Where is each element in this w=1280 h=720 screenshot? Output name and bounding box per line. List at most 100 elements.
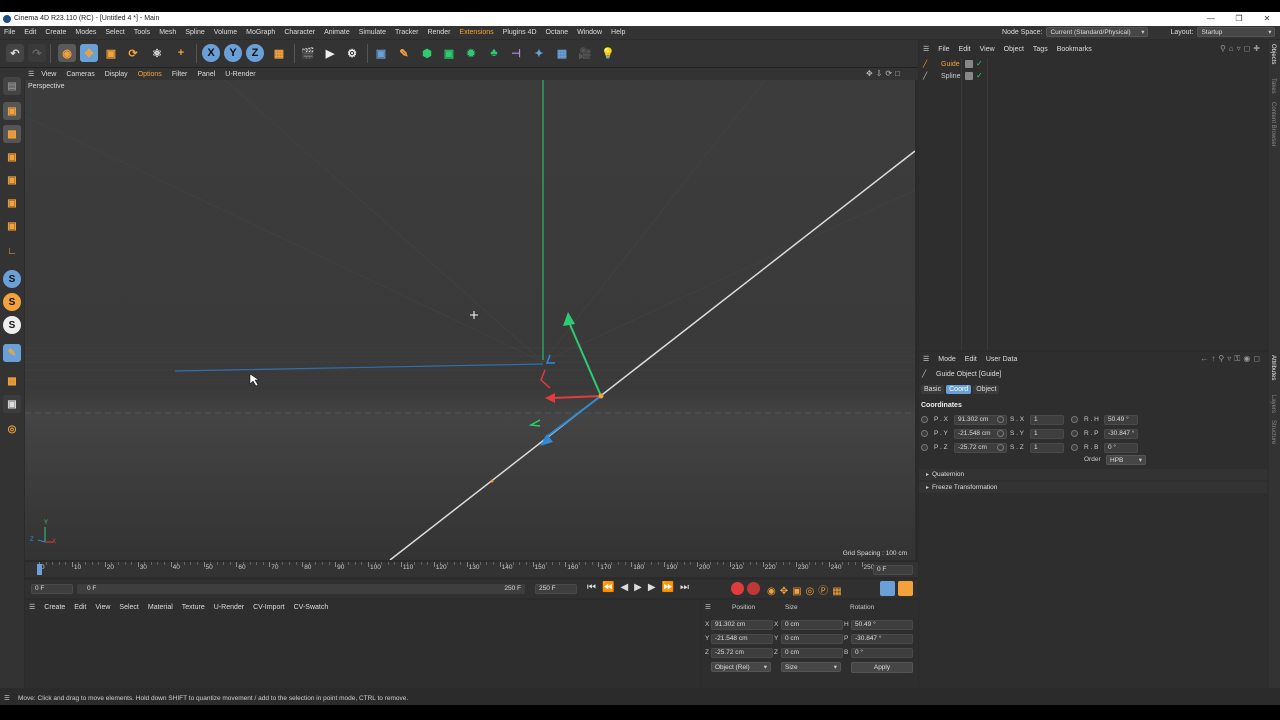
scale-tool-icon[interactable]: ▣: [102, 44, 120, 62]
preview-range-slider[interactable]: 0 F 250 F: [77, 584, 525, 594]
animate-s-radio[interactable]: [997, 430, 1004, 437]
light-icon[interactable]: 💡: [599, 44, 617, 62]
menu-extensions[interactable]: Extensions: [459, 29, 493, 36]
right-tab-structure[interactable]: Structure: [1270, 420, 1276, 444]
maximize-button[interactable]: ❐: [1224, 12, 1254, 26]
viewport-solo-icon[interactable]: ◎: [3, 420, 21, 438]
rotate-tool-icon[interactable]: ⟳: [124, 44, 142, 62]
menu-edit[interactable]: Edit: [24, 29, 36, 36]
minimize-button[interactable]: —: [1196, 12, 1226, 26]
attribute-menu-edit[interactable]: Edit: [965, 356, 977, 363]
menu-mesh[interactable]: Mesh: [159, 29, 176, 36]
make-editable-icon[interactable]: ▤: [3, 77, 21, 95]
start-frame-field[interactable]: 0 F: [31, 584, 73, 594]
menu-tracker[interactable]: Tracker: [395, 29, 418, 36]
material-menu-create[interactable]: Create: [44, 604, 65, 611]
transport-buttons[interactable]: ⏮⏪◀▶▶⏩⏭: [587, 582, 695, 593]
node-space-dropdown[interactable]: Current (Standard/Physical): [1046, 27, 1149, 37]
viewport-nav-icons[interactable]: ✥⇩⟳□: [866, 69, 903, 78]
material-menu-cv-swatch[interactable]: CV-Swatch: [294, 604, 329, 611]
r-value-field[interactable]: 50.49 °: [1104, 415, 1138, 425]
animate-p-radio[interactable]: [921, 430, 928, 437]
object-row-guide[interactable]: ╱ Guide ✓: [919, 59, 1259, 71]
attribute-nav-icons[interactable]: ←↑⚲▿⚿◉◻: [1200, 354, 1263, 364]
coord-hamburger-icon[interactable]: ☰: [705, 603, 711, 611]
tab-object[interactable]: Object: [973, 385, 1000, 394]
animate-r-radio[interactable]: [1071, 416, 1078, 423]
object-menu-tags[interactable]: Tags: [1033, 46, 1048, 53]
animate-r-radio[interactable]: [1071, 430, 1078, 437]
material-menu-edit[interactable]: Edit: [74, 604, 86, 611]
right-tab-objects[interactable]: Objects: [1270, 44, 1276, 64]
menu-file[interactable]: File: [4, 29, 15, 36]
current-frame-field[interactable]: 0 F: [873, 565, 913, 575]
apply-button[interactable]: Apply: [851, 662, 913, 673]
material-menu-u-render[interactable]: U-Render: [214, 604, 244, 611]
camera-icon[interactable]: 🎥: [576, 44, 594, 62]
viewport-menu-u-render[interactable]: U-Render: [225, 71, 255, 78]
r-value-field[interactable]: -30.847 °: [1104, 429, 1138, 439]
object-row-spline[interactable]: ╱ Spline ✓: [919, 71, 1259, 83]
attribute-menu-user-data[interactable]: User Data: [986, 356, 1018, 363]
menu-select[interactable]: Select: [105, 29, 124, 36]
polygon-mode-icon[interactable]: ▣: [3, 194, 21, 212]
workplane-icon[interactable]: ✎: [3, 344, 21, 362]
axis-mode-icon[interactable]: ∟: [3, 242, 21, 260]
menu-create[interactable]: Create: [45, 29, 66, 36]
coord-mode-dropdown[interactable]: Object (Rel): [711, 662, 771, 672]
material-menu-material[interactable]: Material: [148, 604, 173, 611]
cube-object-icon[interactable]: ▣: [372, 44, 390, 62]
menu-help[interactable]: Help: [611, 29, 625, 36]
material-menu-view[interactable]: View: [95, 604, 110, 611]
solo-mode-icon[interactable]: ▣: [3, 395, 21, 413]
viewport-menu-display[interactable]: Display: [105, 71, 128, 78]
undo-icon[interactable]: ↶: [6, 44, 24, 62]
timeline-ruler[interactable]: 0 10 20 30 40 50 60 70 80 90 100 110 120 130 140 150 160…: [25, 562, 918, 577]
transform-tool-icon[interactable]: +: [172, 44, 190, 62]
workplane-snap-icon[interactable]: S: [3, 316, 21, 334]
menu-mograph[interactable]: MoGraph: [246, 29, 275, 36]
uv-mode-icon[interactable]: ▣: [3, 217, 21, 235]
object-menu-view[interactable]: View: [980, 46, 995, 53]
edge-mode-icon[interactable]: ▣: [3, 171, 21, 189]
redo-icon[interactable]: ↷: [28, 44, 46, 62]
status-menu-icon[interactable]: ☰: [4, 692, 10, 705]
tab-coord[interactable]: Coord: [946, 385, 972, 394]
attribute-menu-mode[interactable]: Mode: [938, 356, 956, 363]
material-menu-cv-import[interactable]: CV-Import: [253, 604, 285, 611]
viewport-menu-view[interactable]: View: [41, 71, 56, 78]
deformer-icon[interactable]: ⊣: [507, 44, 525, 62]
coord-position-field[interactable]: -21.548 cm: [711, 634, 773, 644]
subdivision-surface-icon[interactable]: ⬢: [418, 44, 436, 62]
snap-settings-icon[interactable]: S: [3, 293, 21, 311]
layer-visibility-icon[interactable]: [965, 60, 973, 68]
object-search-icons[interactable]: ⚲⌂▿◻✚: [1220, 44, 1263, 53]
key-filter-icons[interactable]: ◉✥▣◎Ⓟ▦: [767, 582, 846, 597]
coord-rotation-field[interactable]: -30.847 °: [851, 634, 913, 644]
pen-spline-icon[interactable]: ✎: [395, 44, 413, 62]
viewport-hamburger-icon[interactable]: ☰: [28, 70, 34, 78]
menu-octane[interactable]: Octane: [546, 29, 569, 36]
right-tab-attributes[interactable]: Attributes: [1270, 355, 1276, 380]
end-frame-field[interactable]: 250 F: [535, 584, 577, 594]
layer-visibility-icon[interactable]: [965, 72, 973, 80]
lock-x-axis-icon[interactable]: X: [202, 44, 220, 62]
layout-dropdown[interactable]: Startup: [1197, 27, 1276, 37]
menu-volume[interactable]: Volume: [214, 29, 237, 36]
material-menu-select[interactable]: Select: [119, 604, 138, 611]
menu-render[interactable]: Render: [427, 29, 450, 36]
animate-r-radio[interactable]: [1071, 444, 1078, 451]
coord-position-field[interactable]: -25.72 cm: [711, 648, 773, 658]
viewport-menu-panel[interactable]: Panel: [197, 71, 215, 78]
viewport-menu-options[interactable]: Options: [138, 71, 162, 78]
animate-p-radio[interactable]: [921, 444, 928, 451]
texture-mode-icon[interactable]: ▩: [3, 125, 21, 143]
point-mode-icon[interactable]: ▣: [3, 148, 21, 166]
render-picture-viewer-icon[interactable]: ▶: [321, 44, 339, 62]
menu-animate[interactable]: Animate: [324, 29, 350, 36]
snap-toggle-icon[interactable]: S: [3, 270, 21, 288]
menu-plugins-4d[interactable]: Plugins 4D: [503, 29, 537, 36]
floor-icon[interactable]: ▦: [553, 44, 571, 62]
attribute-hamburger-icon[interactable]: ☰: [923, 355, 929, 363]
object-menu-object[interactable]: Object: [1004, 46, 1024, 53]
